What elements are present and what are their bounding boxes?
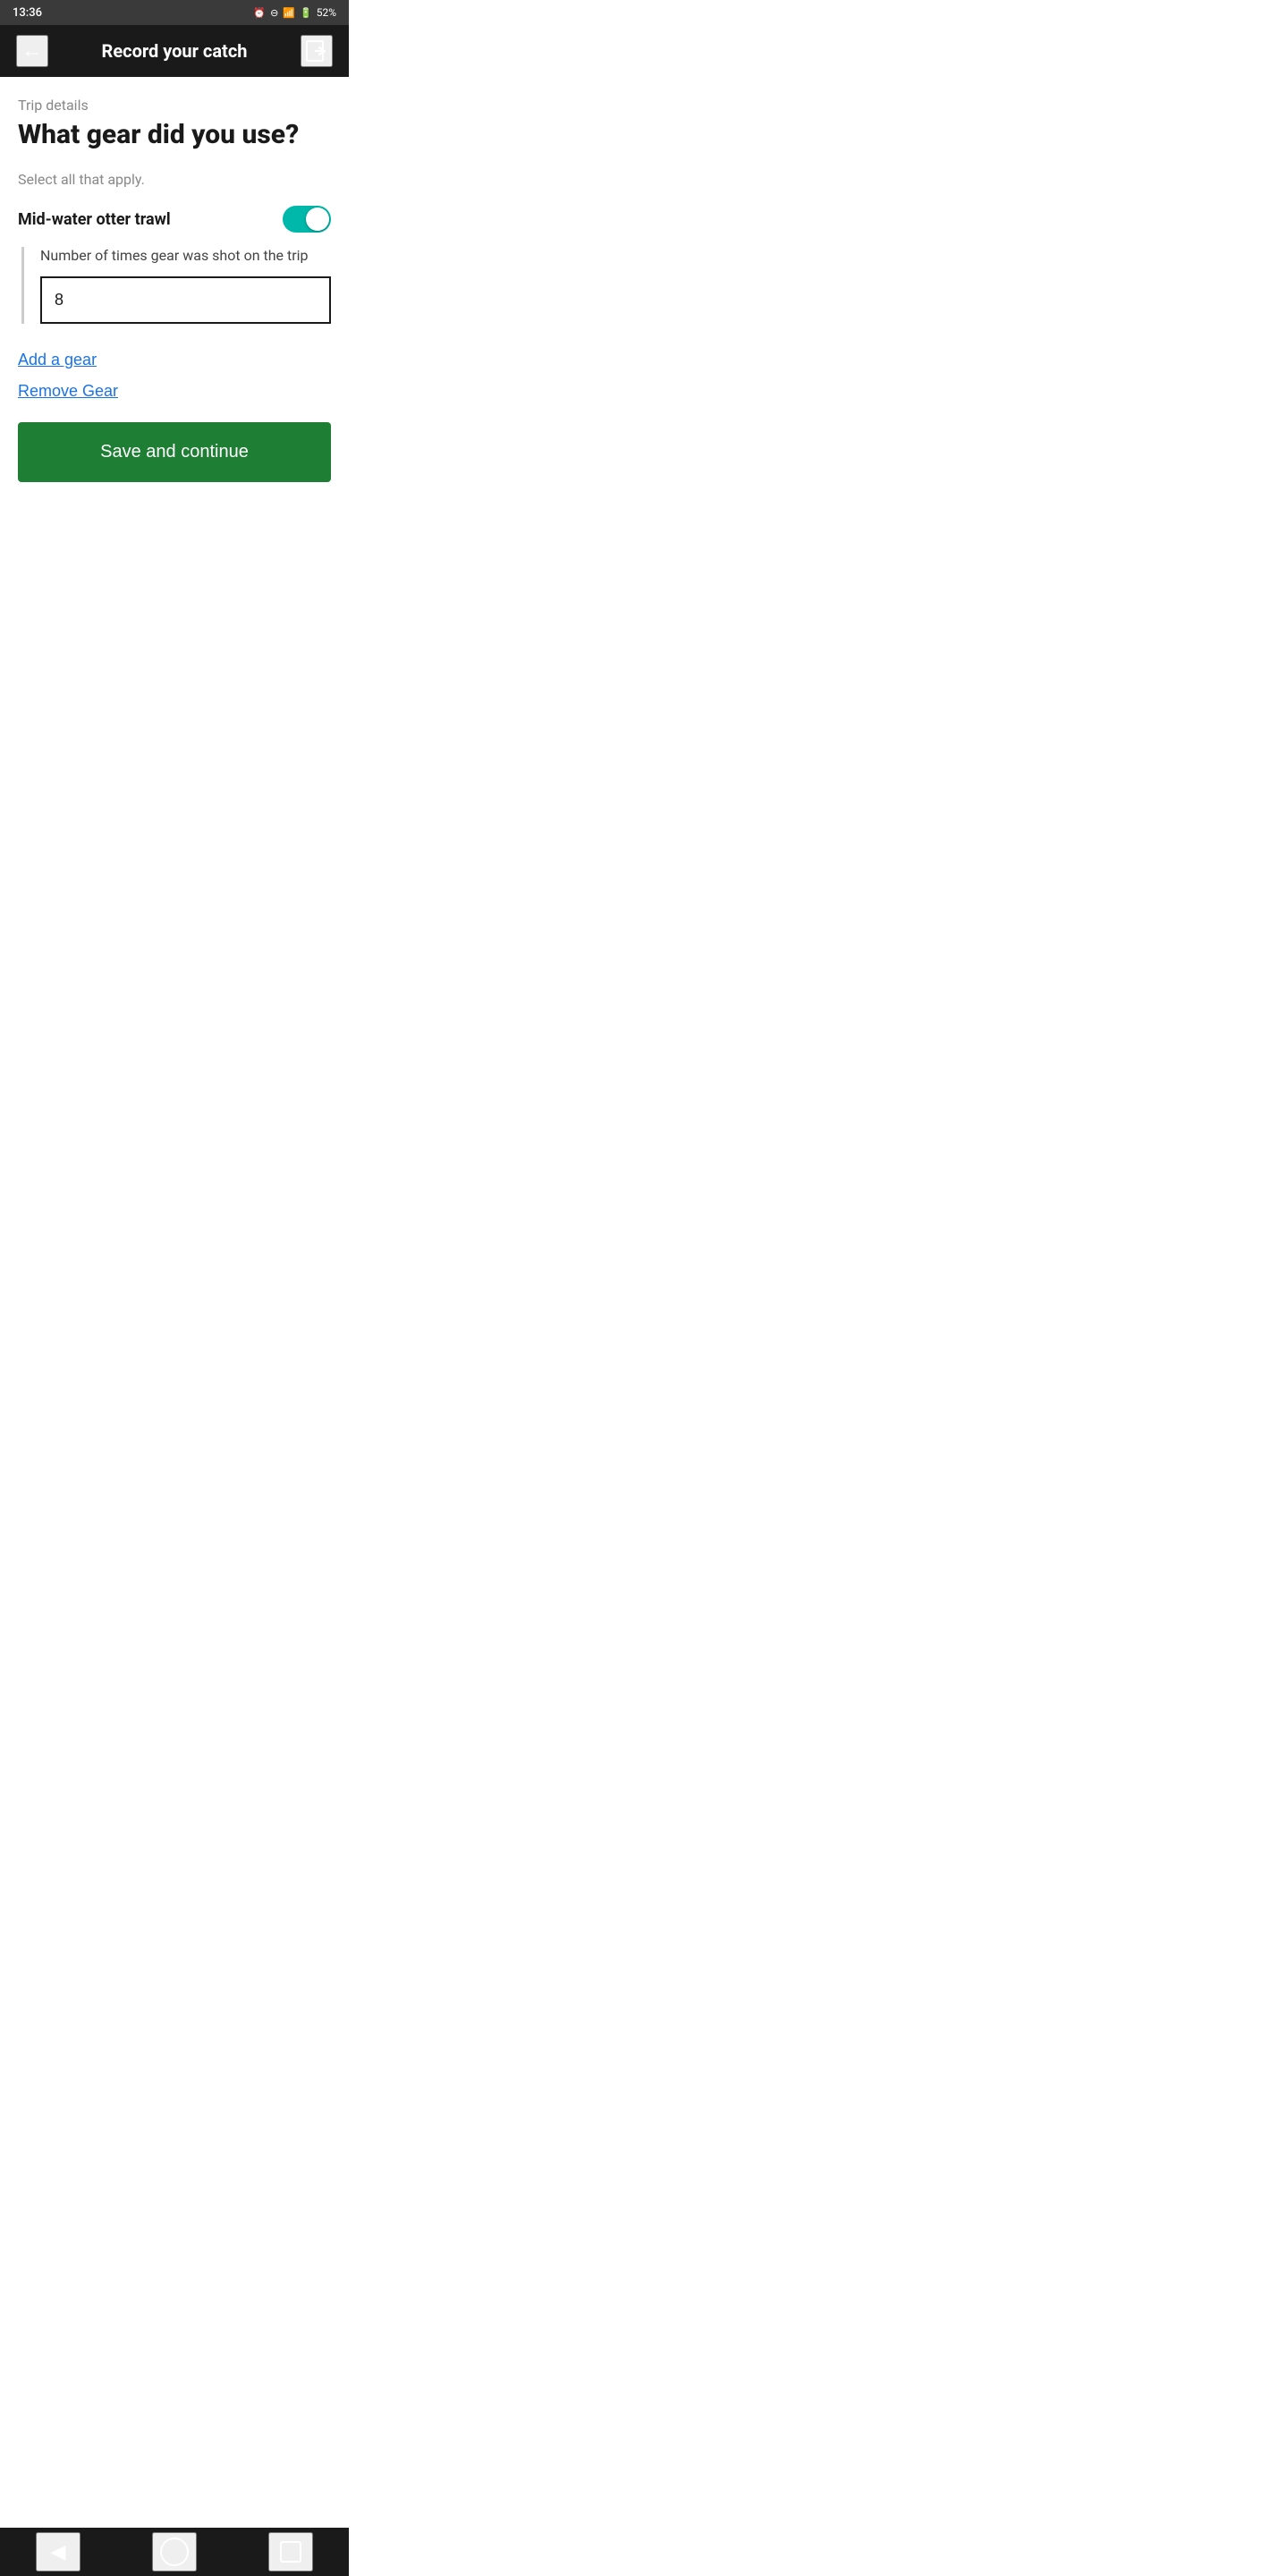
gear-shot-input[interactable] xyxy=(40,276,331,324)
back-triangle-icon: ◀ xyxy=(51,2540,66,2563)
gear-toggle-row: Mid-water otter trawl xyxy=(18,206,331,233)
main-content: Trip details What gear did you use? Sele… xyxy=(0,77,349,500)
exit-icon xyxy=(305,39,328,63)
gear-name: Mid-water otter trawl xyxy=(18,210,171,229)
page-heading: What gear did you use? xyxy=(18,119,331,151)
add-gear-row: Add a gear xyxy=(18,351,331,369)
toggle-thumb xyxy=(306,208,329,231)
status-icons: ⏰ ⊖ 📶 🔋 52% xyxy=(253,6,336,19)
battery-level: 52% xyxy=(317,6,336,19)
battery-icon: 🔋 xyxy=(300,7,312,19)
signal-icon: 📶 xyxy=(283,7,295,19)
toggle-track xyxy=(283,206,331,233)
select-all-label: Select all that apply. xyxy=(18,171,331,188)
add-gear-button[interactable]: Add a gear xyxy=(18,351,97,369)
trip-details-label: Trip details xyxy=(18,97,331,114)
back-button[interactable]: ← xyxy=(16,35,48,67)
gear-details-section: Number of times gear was shot on the tri… xyxy=(21,247,331,324)
alarm-icon: ⏰ xyxy=(253,7,266,19)
save-continue-button[interactable]: Save and continue xyxy=(18,422,331,482)
minus-circle-icon: ⊖ xyxy=(270,7,278,19)
back-nav-button[interactable]: ◀ xyxy=(36,2532,80,2572)
gear-toggle[interactable] xyxy=(283,206,331,233)
gear-shot-label: Number of times gear was shot on the tri… xyxy=(40,247,331,264)
home-nav-button[interactable] xyxy=(152,2532,197,2572)
remove-gear-button[interactable]: Remove Gear xyxy=(18,382,118,401)
page-title: Record your catch xyxy=(102,40,248,62)
exit-button[interactable] xyxy=(301,35,333,67)
bottom-nav-bar: ◀ xyxy=(0,2528,349,2576)
back-icon: ← xyxy=(21,38,43,64)
remove-gear-row: Remove Gear xyxy=(18,382,331,401)
status-bar: 13:36 ⏰ ⊖ 📶 🔋 52% xyxy=(0,0,349,25)
recents-nav-button[interactable] xyxy=(268,2532,313,2572)
recents-square-icon xyxy=(280,2541,301,2563)
nav-bar: ← Record your catch xyxy=(0,25,349,77)
status-time: 13:36 xyxy=(13,6,42,20)
home-circle-icon xyxy=(160,2538,189,2566)
